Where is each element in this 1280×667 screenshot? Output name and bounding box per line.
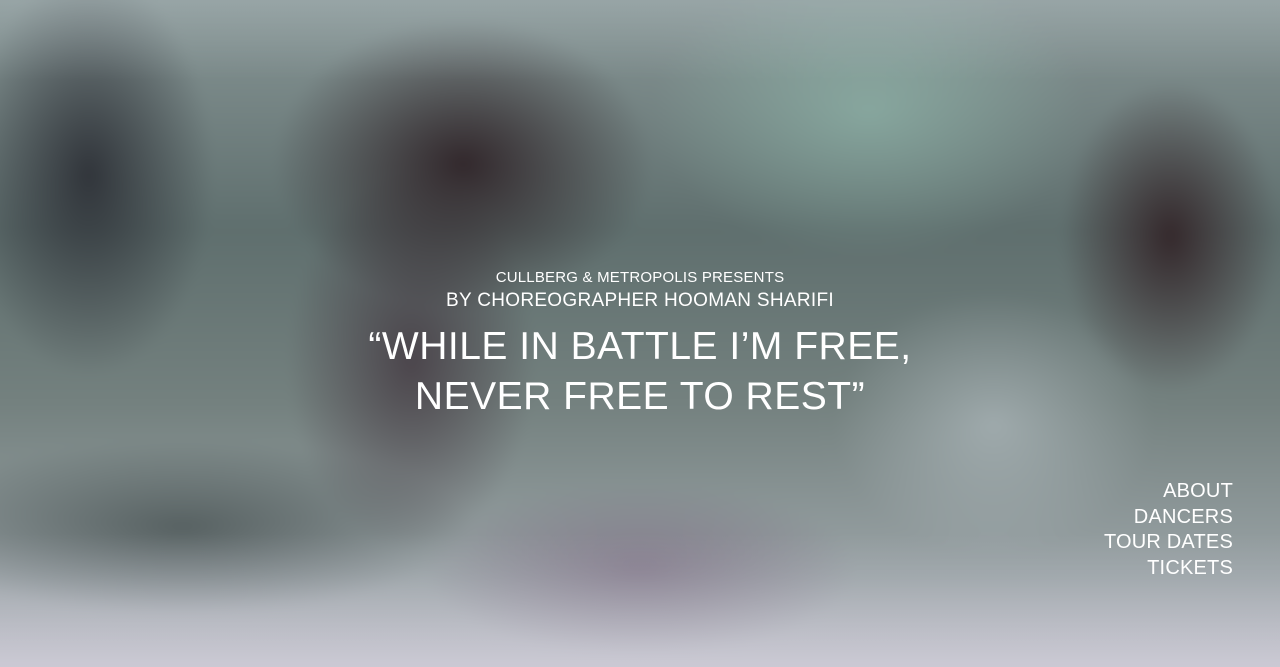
title-line-2: NEVER FREE TO REST” (414, 375, 866, 418)
page: CULLBERG & METROPOLIS PRESENTS BY CHOREO… (0, 0, 1280, 667)
performance-title: “WHILE IN BATTLE I’M FREE, NEVER FREE TO… (0, 322, 1280, 422)
nav-link-about[interactable]: ABOUT (1104, 479, 1233, 505)
main-nav: ABOUT DANCERS TOUR DATES TICKETS (1104, 479, 1233, 581)
choreographer-byline: BY CHOREOGRAPHER HOOMAN SHARIFI (446, 290, 834, 311)
title-line-1: “WHILE IN BATTLE I’M FREE, (368, 325, 912, 368)
nav-link-dancers[interactable]: DANCERS (1104, 505, 1233, 531)
nav-link-tickets[interactable]: TICKETS (1104, 556, 1233, 582)
presents-line: CULLBERG & METROPOLIS PRESENTS (495, 269, 785, 286)
hero-heading: CULLBERG & METROPOLIS PRESENTS BY CHOREO… (0, 268, 1280, 422)
nav-link-tour-dates[interactable]: TOUR DATES (1104, 530, 1233, 556)
